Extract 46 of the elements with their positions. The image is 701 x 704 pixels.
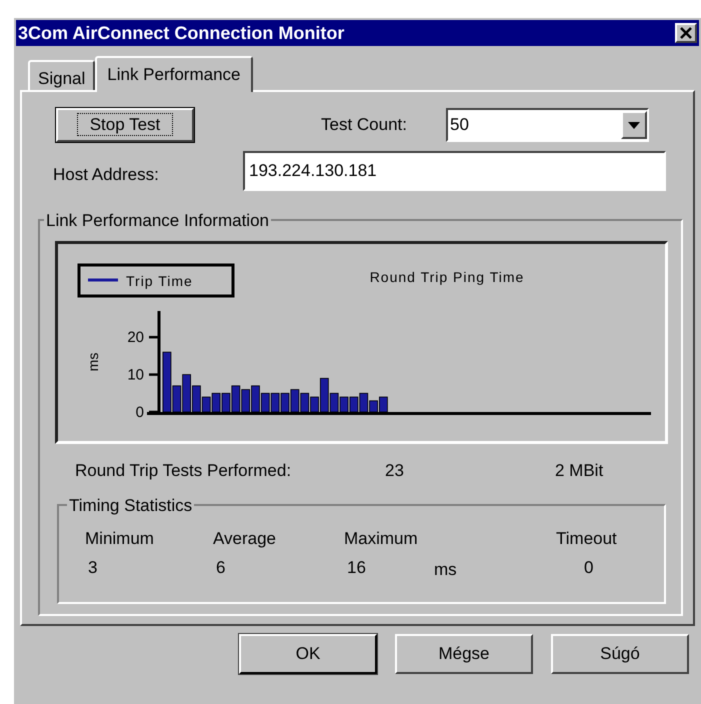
legend-label: Trip Time — [126, 273, 193, 289]
stop-test-button[interactable]: Stop Test — [56, 108, 194, 142]
dialog-button[interactable]: Súgó — [551, 634, 689, 674]
column-heading: Average — [213, 528, 278, 550]
column-heading: Minimum — [85, 528, 155, 550]
tick-label: 20 — [127, 329, 144, 346]
bar — [182, 374, 191, 412]
tests-performed-label: Round Trip Tests Performed: — [75, 460, 292, 482]
axis-label: ms — [85, 352, 101, 372]
column-heading: Maximum — [344, 528, 419, 550]
dialog-button[interactable]: OK — [239, 634, 377, 674]
bar — [222, 392, 230, 412]
test-count-dropdown[interactable]: 50 — [446, 108, 649, 142]
bar — [290, 389, 300, 412]
test-count-label: Test Count: — [321, 114, 407, 136]
chart-title: Round Trip Ping Time — [370, 269, 524, 285]
statistic-value: 16 — [346, 557, 367, 579]
bar — [280, 392, 290, 412]
bar — [300, 392, 310, 412]
tab[interactable]: Signal — [28, 60, 96, 90]
column-heading: Timeout — [555, 528, 618, 550]
statistic-value: 6 — [215, 557, 226, 579]
bar — [241, 389, 250, 412]
bar — [260, 392, 270, 412]
tick-label: 10 — [127, 366, 144, 384]
tests-performed-value: 23 — [385, 460, 405, 482]
host-address-field[interactable]: 193.224.130.181 — [243, 151, 666, 191]
statistic-value: 3 — [87, 557, 98, 579]
host-address-label: Host Address: — [53, 164, 160, 186]
tick-label: 0 — [136, 404, 144, 421]
window-title: 3Com AirConnect Connection Monitor — [18, 22, 344, 44]
close-button[interactable] — [675, 23, 697, 43]
tab[interactable]: Link Performance — [95, 56, 252, 92]
bar — [251, 385, 260, 412]
bar — [231, 385, 240, 412]
chart-legend: Trip Time — [78, 264, 234, 298]
bar — [349, 396, 358, 412]
bar — [379, 396, 388, 412]
link-rate: 2 MBit — [555, 460, 604, 482]
unit-label: ms — [434, 559, 458, 581]
bar — [212, 392, 221, 412]
bar — [340, 396, 348, 412]
close-icon — [680, 27, 692, 39]
statistic-value: 0 — [583, 557, 594, 579]
dialog-button[interactable]: Mégse — [395, 634, 533, 674]
bar — [270, 392, 280, 412]
